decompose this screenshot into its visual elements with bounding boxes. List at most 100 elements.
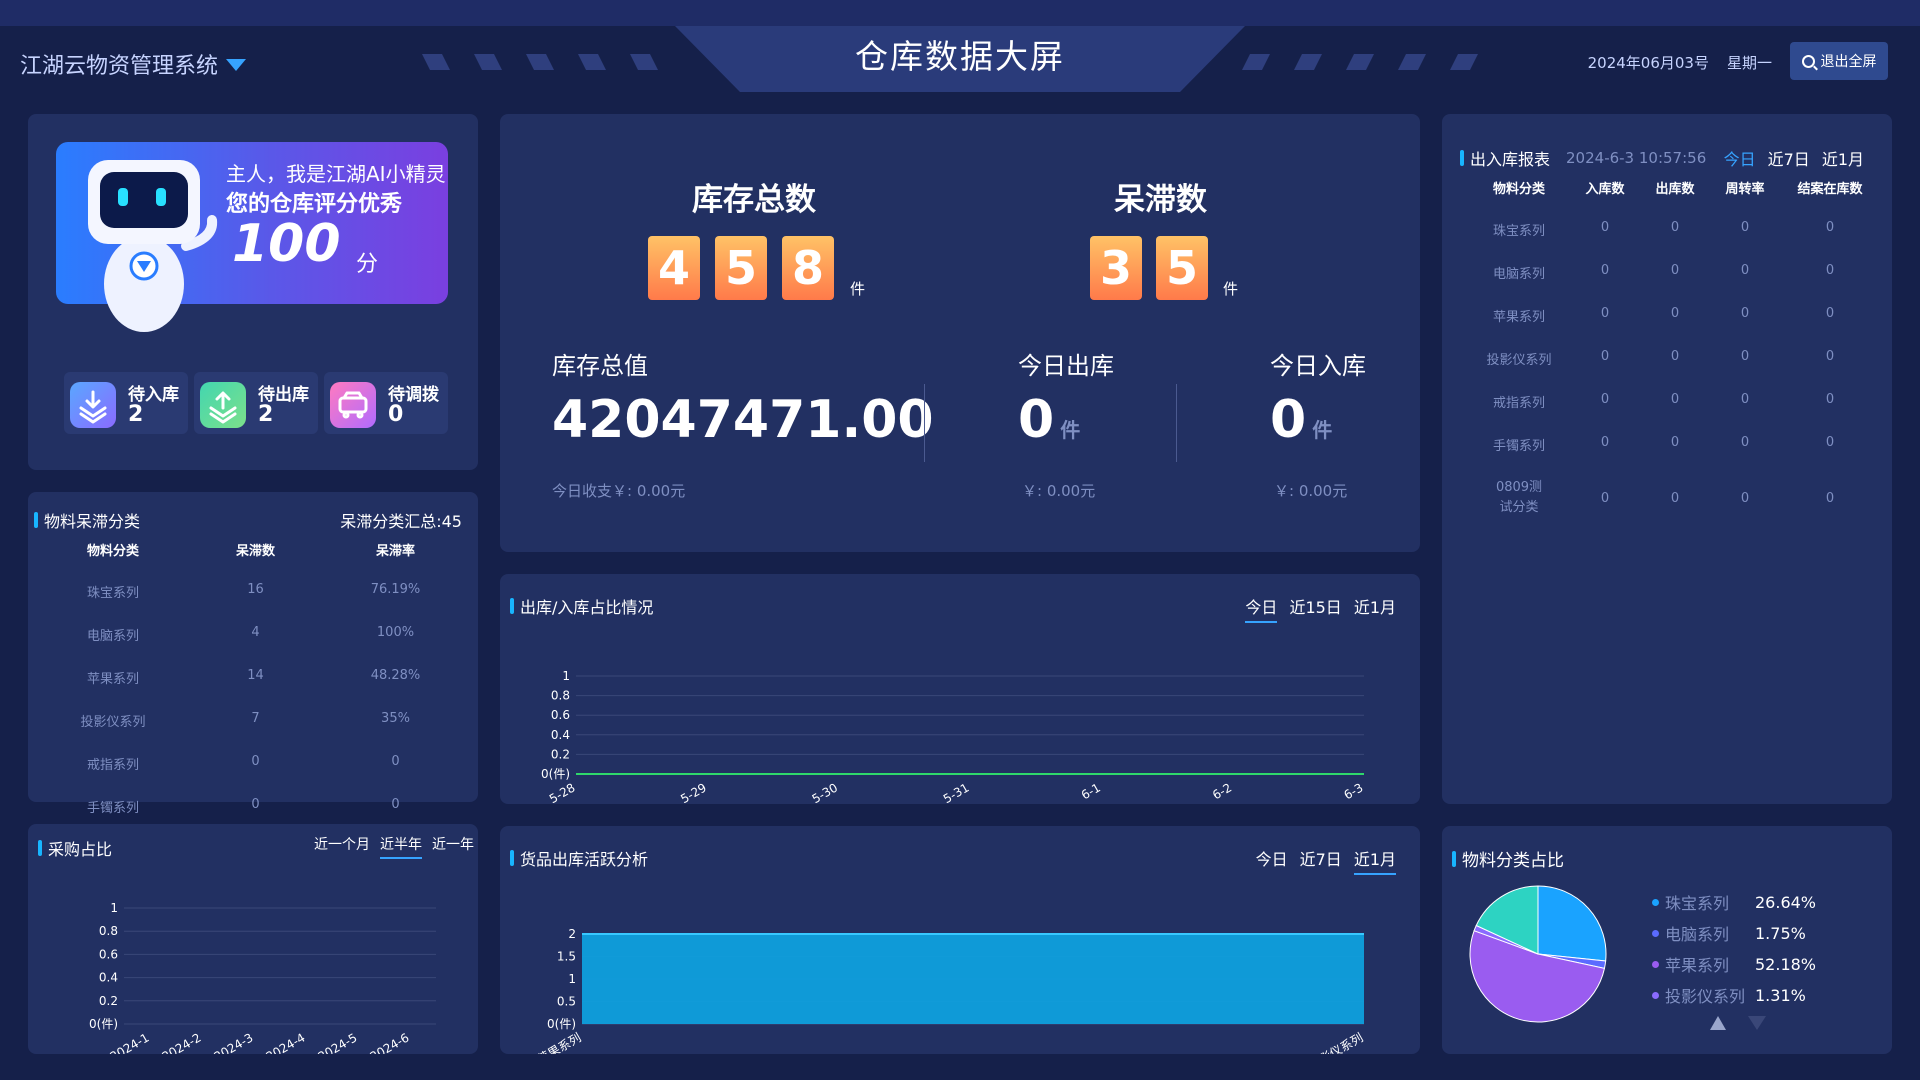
cell: 0 <box>1600 220 1610 235</box>
zoom-out-icon <box>1801 54 1815 68</box>
x-tick-label: 2024-6 <box>368 1030 412 1054</box>
tab-7-days[interactable]: 近7日 <box>1768 146 1810 170</box>
table-header-row: 物料分类 入库数 出库数 周转率 结案在库数 <box>1468 178 1880 197</box>
total-stock-title: 库存总数 <box>692 182 816 218</box>
header-stripes-right <box>1242 54 1478 70</box>
cell: 14 <box>247 668 264 683</box>
cell: 35% <box>381 711 410 726</box>
tab-1-month[interactable]: 近1月 <box>1353 846 1396 875</box>
tab-today[interactable]: 今日 <box>1245 594 1278 623</box>
pending-inbound-card[interactable]: 待入库 2 <box>64 372 188 434</box>
stock-value-sub: 今日收支￥: 0.00元 <box>552 482 686 500</box>
category-panel-title: 物料分类占比 <box>1452 846 1564 871</box>
robot-score-card: 主人，我是江湖AI小精灵 您的仓库评分优秀 100 分 <box>56 142 448 332</box>
title-bar-icon <box>1452 850 1456 867</box>
stagnant-title: 物料呆滞分类 <box>44 512 141 531</box>
tab-1-month[interactable]: 近1月 <box>1822 146 1864 170</box>
table-header-row: 物料分类 呆滞数 呆滞率 <box>28 540 478 559</box>
title-bar-icon <box>510 850 514 866</box>
table-row: 手镯系列 0 0 0 0 <box>1468 435 1880 454</box>
tab-half-year[interactable]: 近半年 <box>380 834 422 859</box>
today-out-unit: 件 <box>1060 418 1081 442</box>
pending-transfer-card[interactable]: 待调拨 0 <box>324 372 448 434</box>
stagnant-panel-title: 物料呆滞分类 <box>34 508 140 532</box>
exit-fullscreen-button[interactable]: 退出全屏 <box>1790 42 1888 80</box>
table-row: 手镯系列 0 0 <box>28 797 478 816</box>
legend-item: 投影仪系列 1.31% <box>1652 983 1806 1007</box>
legend-next-icon[interactable] <box>1748 1016 1766 1030</box>
tab-1-month[interactable]: 近1月 <box>1354 594 1396 623</box>
x-tick-label: 5-28 <box>547 780 578 804</box>
tab-today[interactable]: 今日 <box>1724 146 1756 170</box>
cell: 0 <box>1740 349 1750 364</box>
purchase-panel-title: 采购占比 <box>38 836 112 860</box>
pending-outbound-count: 2 <box>258 402 274 427</box>
legend-item: 电脑系列 1.75% <box>1652 921 1806 945</box>
table-row: 0809测试分类 0 0 0 0 <box>1468 478 1880 518</box>
ratio-panel: 出库/入库占比情况 今日 近15日 近1月 0(件) 0.2 0.4 0.6 0.8 1 5… <box>500 574 1420 804</box>
x-tick-label: 2024-5 <box>316 1030 360 1054</box>
stock-value: 42047471.00 <box>552 390 934 450</box>
cell: 戒指系列 <box>1492 396 1545 411</box>
y-tick-label: 0(件) <box>89 1017 118 1031</box>
report-panel-title: 出入库报表 2024-6-3 10:57:56 <box>1460 146 1706 170</box>
cell: 0 <box>1600 306 1610 321</box>
active-title: 货品出库活跃分析 <box>520 850 649 869</box>
cell: 100% <box>376 625 415 640</box>
total-stock-digit: 8 <box>782 236 834 300</box>
stagnant-count-title: 呆滞数 <box>1114 182 1207 218</box>
cell: 0 <box>391 754 400 769</box>
system-name-dropdown[interactable]: 江湖云物资管理系统 <box>20 48 247 80</box>
today-out-value: 0 <box>1018 390 1055 450</box>
cell: 0 <box>1740 263 1750 278</box>
cell: 0 <box>1825 263 1835 278</box>
tab-7-days[interactable]: 近7日 <box>1300 846 1342 875</box>
purchase-tabs: 近一个月 近半年 近一年 <box>314 834 474 859</box>
title-bar-icon <box>34 512 38 528</box>
x-tick-label: 2024-3 <box>212 1030 256 1054</box>
cell: 0 <box>1740 435 1750 450</box>
outbound-icon <box>200 382 246 428</box>
pending-outbound-card[interactable]: 待出库 2 <box>194 372 318 434</box>
divider <box>1176 384 1177 462</box>
cell: 16 <box>247 582 264 597</box>
area-series <box>582 934 1364 1024</box>
y-tick-label: 0.2 <box>99 994 118 1008</box>
x-tick-label: 5-31 <box>941 780 972 804</box>
today-in-unit: 件 <box>1312 418 1333 442</box>
y-tick-label: 1 <box>568 972 576 986</box>
y-tick-label: 1 <box>110 901 118 915</box>
legend-prev-icon[interactable] <box>1710 1016 1726 1030</box>
stock-value-label: 库存总值 <box>552 352 648 380</box>
x-tick-label: 5-29 <box>678 780 709 804</box>
x-tick-label: 5-30 <box>810 780 841 804</box>
cell: 0809测试分类 <box>1495 480 1543 515</box>
y-tick-label: 0.5 <box>557 995 576 1009</box>
exit-fullscreen-label: 退出全屏 <box>1820 54 1877 70</box>
cell: 苹果系列 <box>1492 310 1545 325</box>
tab-today[interactable]: 今日 <box>1256 846 1288 875</box>
cell: 投影仪系列 <box>1486 353 1552 368</box>
x-tick-label: 2024-2 <box>160 1030 204 1054</box>
legend-value: 26.64% <box>1755 892 1817 912</box>
tab-last-year[interactable]: 近一年 <box>432 834 474 859</box>
stagnant-count-unit: 件 <box>1223 280 1239 298</box>
cell: 76.19% <box>370 582 421 597</box>
legend-name: 珠宝系列 <box>1665 894 1730 913</box>
inbound-icon <box>70 382 116 428</box>
tab-15-days[interactable]: 近15日 <box>1289 594 1341 623</box>
table-row: 戒指系列 0 0 0 0 <box>1468 392 1880 411</box>
category-pie-chart <box>1469 885 1607 1023</box>
divider <box>924 384 925 462</box>
tab-last-month[interactable]: 近一个月 <box>314 834 370 859</box>
table-row: 戒指系列 0 0 <box>28 754 478 773</box>
stagnant-count-digit: 3 <box>1090 236 1142 300</box>
cell: 7 <box>251 711 260 726</box>
table-row: 电脑系列 4 100% <box>28 625 478 644</box>
x-tick-label: 苹果系列 <box>535 1030 584 1054</box>
system-name: 江湖云物资管理系统 <box>20 54 219 79</box>
col-header: 呆滞率 <box>375 544 415 559</box>
y-tick-label: 0.6 <box>99 947 118 961</box>
x-tick-label: 6-3 <box>1342 780 1366 802</box>
y-tick-label: 0(件) <box>547 1017 576 1031</box>
